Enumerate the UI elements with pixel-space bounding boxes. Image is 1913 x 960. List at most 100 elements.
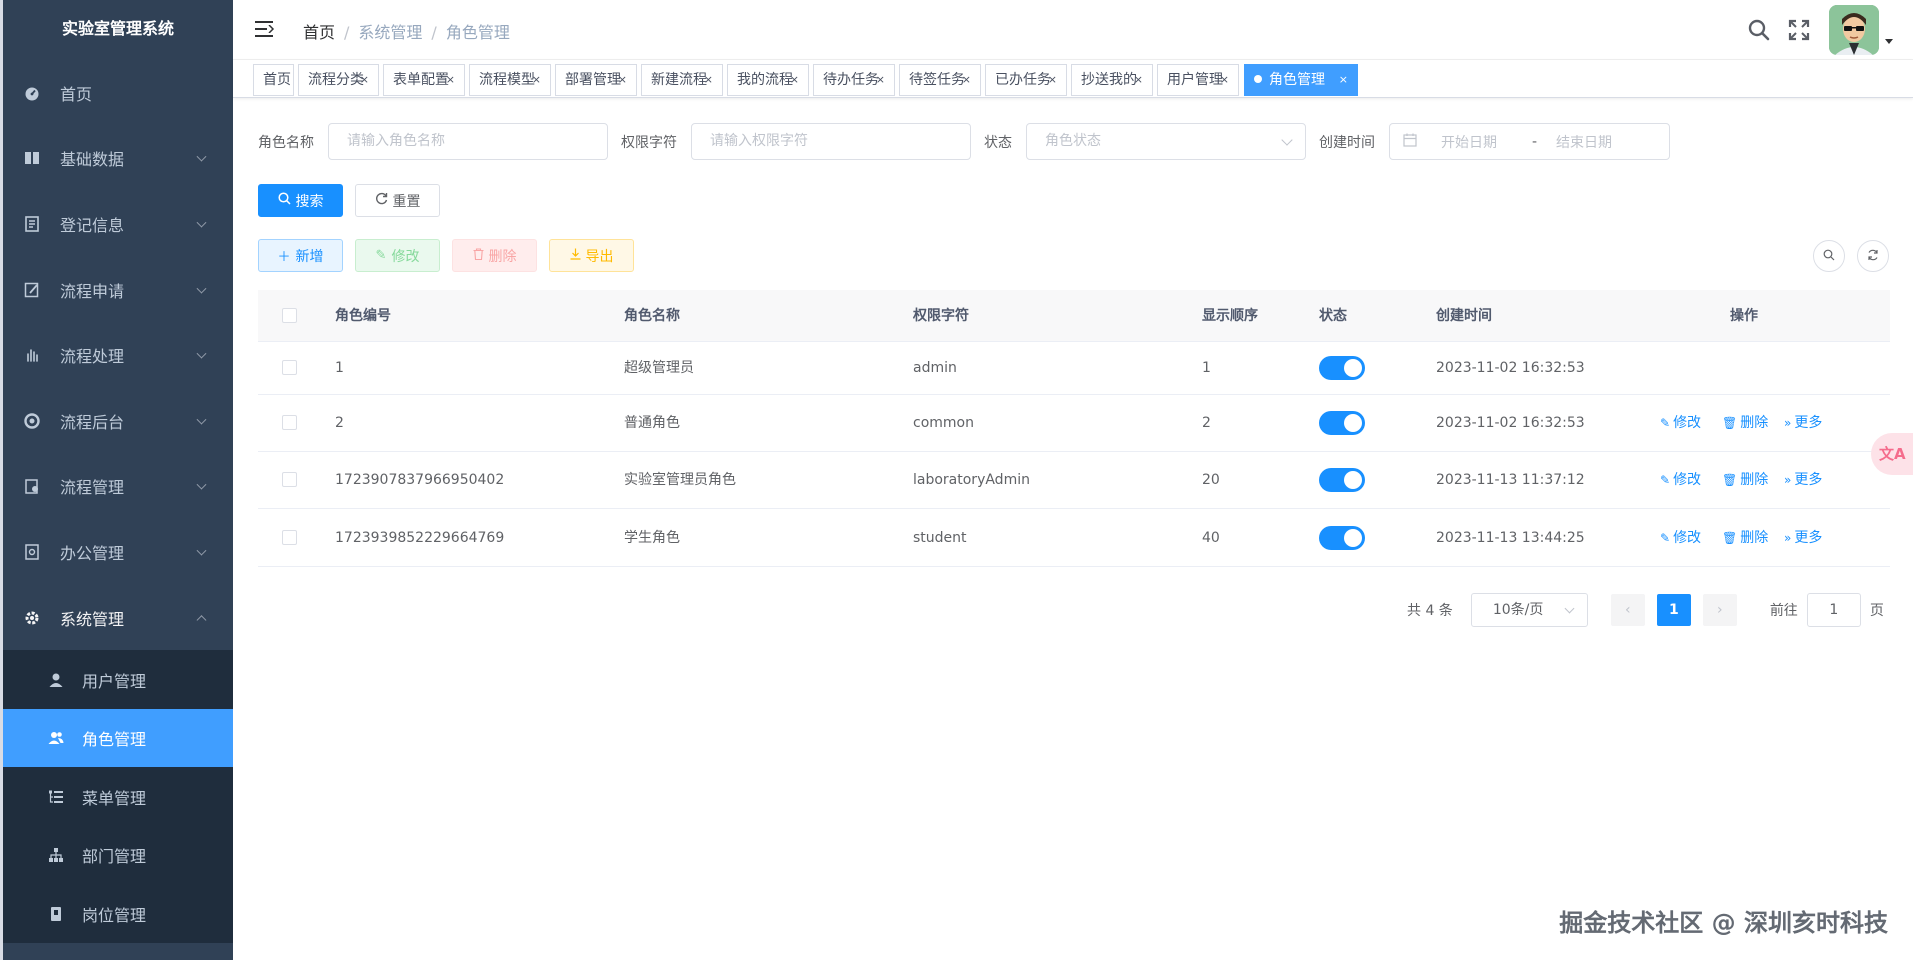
close-icon[interactable]: ×	[790, 65, 799, 95]
column-header: 创建时间	[1436, 308, 1492, 324]
chevron-down-icon	[196, 480, 207, 490]
delete-button-label: 删除	[488, 248, 517, 265]
status-switch[interactable]	[1319, 468, 1365, 492]
role-id: 1723939852229664769	[335, 530, 505, 546]
close-icon[interactable]: ×	[1048, 65, 1057, 95]
row-checkbox[interactable]	[282, 415, 297, 430]
tag-todo[interactable]: 待办任务 ×	[813, 64, 895, 96]
sidebar-item-basic-data[interactable]: 基础数据	[0, 126, 233, 192]
row-more-link[interactable]: » 更多	[1784, 452, 1822, 509]
export-button-label: 导出	[585, 248, 614, 265]
row-edit-link[interactable]: ✎ 修改	[1660, 509, 1701, 567]
close-icon[interactable]: ×	[1220, 65, 1229, 95]
sidebar-item-process-handle[interactable]: 流程处理	[0, 322, 233, 388]
sidebar-item-users[interactable]: 用户管理	[0, 650, 233, 709]
row-checkbox[interactable]	[282, 360, 297, 375]
close-icon[interactable]: ×	[446, 65, 455, 95]
caret-down-icon[interactable]	[1885, 38, 1893, 44]
row-delete-link[interactable]: 🗑 删除	[1722, 509, 1768, 567]
sidebar-item-roles[interactable]: 角色管理	[0, 708, 233, 768]
status-switch[interactable]	[1319, 526, 1365, 550]
row-checkbox[interactable]	[282, 530, 297, 545]
edit-form-icon	[24, 282, 40, 298]
tag-deploy[interactable]: 部署管理 ×	[555, 64, 637, 96]
chevron-down-icon	[196, 545, 207, 556]
tag-process-model[interactable]: 流程模型 ×	[469, 64, 551, 96]
tag-home[interactable]: 首页	[253, 64, 294, 96]
end-date-placeholder[interactable]: 结束日期	[1556, 132, 1612, 152]
sidebar-item-system[interactable]: 系统管理	[0, 585, 233, 651]
fullscreen-icon[interactable]	[1787, 18, 1811, 42]
delete-button[interactable]: 删除	[452, 239, 537, 272]
sidebar-item-menus[interactable]: 菜单管理	[0, 767, 233, 826]
start-date-placeholder[interactable]: 开始日期	[1441, 132, 1532, 152]
row-edit-link[interactable]: ✎ 修改	[1660, 452, 1701, 509]
add-button-label: 新增	[295, 248, 324, 265]
table-row: 1723907837966950402 实验室管理员角色 laboratoryA…	[258, 452, 1890, 509]
search-icon[interactable]	[1747, 18, 1771, 42]
page-size-select[interactable]: 10条/页	[1470, 593, 1588, 627]
close-icon[interactable]: ×	[962, 65, 971, 95]
row-delete-link[interactable]: 🗑 删除	[1722, 395, 1768, 452]
sidebar-item-process-apply[interactable]: 流程申请	[0, 257, 233, 323]
select-all-checkbox[interactable]	[282, 308, 297, 323]
sidebar-item-label: 首页	[60, 84, 93, 104]
close-icon[interactable]: ×	[1134, 65, 1143, 95]
close-icon[interactable]: ×	[532, 65, 541, 95]
tag-done[interactable]: 已办任务 ×	[985, 64, 1067, 96]
sidebar-item-office[interactable]: 办公管理	[0, 519, 233, 585]
goto-page-input[interactable]: 1	[1806, 593, 1861, 627]
perm-input[interactable]: 请输入权限字符	[691, 123, 971, 160]
close-icon[interactable]: ×	[360, 65, 369, 95]
hamburger-icon[interactable]	[255, 20, 275, 38]
prev-page-button[interactable]: ‹	[1610, 594, 1645, 626]
close-icon[interactable]: ×	[876, 65, 885, 95]
role-id: 1723907837966950402	[335, 472, 505, 488]
avatar[interactable]	[1829, 5, 1879, 55]
close-icon[interactable]: ×	[1339, 65, 1348, 95]
tag-users[interactable]: 用户管理 ×	[1157, 64, 1239, 96]
tag-my-process[interactable]: 我的流程 ×	[727, 64, 809, 96]
table-row: 2 普通角色 common 2 2023-11-02 16:32:53 ✎ 修改 …	[258, 395, 1890, 452]
next-page-button[interactable]: ›	[1702, 594, 1737, 626]
sidebar-item-registration[interactable]: 登记信息	[0, 191, 233, 257]
status-switch[interactable]	[1319, 411, 1365, 435]
close-icon[interactable]: ×	[704, 65, 713, 95]
translate-badge[interactable]: 文A	[1871, 433, 1913, 475]
sidebar-item-posts[interactable]: 岗位管理	[0, 884, 233, 943]
export-button[interactable]: 导出	[549, 239, 634, 272]
tag-cc-me[interactable]: 抄送我的 ×	[1071, 64, 1153, 96]
tag-form-config[interactable]: 表单配置 ×	[383, 64, 465, 96]
add-button[interactable]: ＋ 新增	[258, 239, 343, 272]
tag-new-process[interactable]: 新建流程 ×	[641, 64, 723, 96]
breadcrumb-home[interactable]: 首页	[303, 23, 335, 42]
row-delete-link[interactable]: 🗑 删除	[1722, 452, 1768, 509]
tag-to-sign[interactable]: 待签任务 ×	[899, 64, 981, 96]
refresh-button[interactable]	[1857, 240, 1889, 272]
edit-button-label: 修改	[391, 248, 420, 265]
edit-button[interactable]: ✎ 修改	[355, 239, 440, 272]
calendar-icon	[1403, 133, 1417, 151]
toggle-search-button[interactable]	[1813, 240, 1845, 272]
sidebar-item-label: 基础数据	[60, 150, 125, 170]
reset-button[interactable]: 重置	[355, 184, 440, 217]
sidebar-item-departments[interactable]: 部门管理	[0, 826, 233, 885]
close-icon[interactable]: ×	[618, 65, 627, 95]
row-edit-link[interactable]: ✎ 修改	[1660, 395, 1701, 452]
status-select[interactable]: 角色状态	[1026, 123, 1306, 160]
download-icon	[570, 248, 581, 264]
page-number-current[interactable]: 1	[1656, 594, 1691, 626]
row-more-link[interactable]: » 更多	[1784, 509, 1822, 567]
status-switch[interactable]	[1319, 356, 1365, 380]
tag-roles[interactable]: 角色管理 ×	[1244, 64, 1358, 96]
date-range-picker[interactable]: 开始日期 - 结束日期	[1389, 123, 1670, 160]
role-name-input[interactable]: 请输入角色名称	[328, 123, 608, 160]
chevron-up-icon	[196, 614, 207, 625]
tag-process-category[interactable]: 流程分类 ×	[298, 64, 379, 96]
search-button[interactable]: 搜索	[258, 184, 343, 217]
sidebar-item-process-backend[interactable]: 流程后台	[0, 388, 233, 454]
row-checkbox[interactable]	[282, 472, 297, 487]
row-more-link[interactable]: » 更多	[1784, 395, 1822, 452]
sidebar-item-home[interactable]: 首页	[0, 60, 233, 126]
sidebar-item-process-manage[interactable]: 流程管理	[0, 454, 233, 520]
